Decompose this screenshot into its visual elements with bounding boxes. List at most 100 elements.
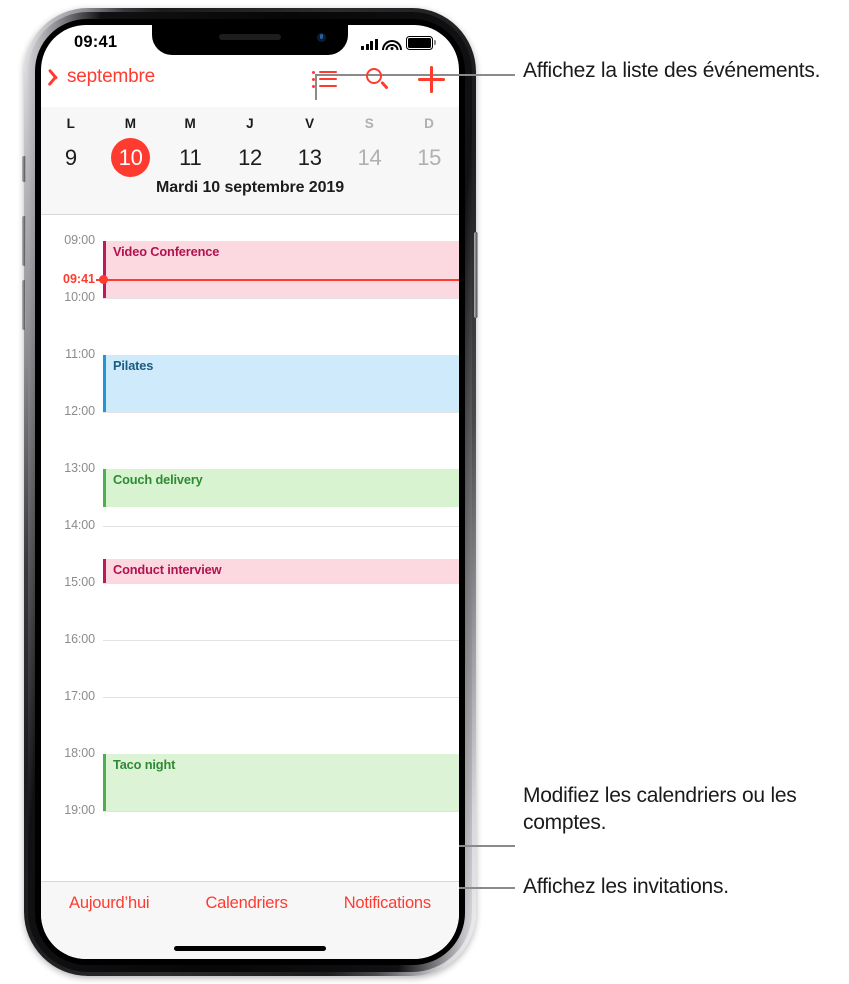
hour-gridline [103,811,459,812]
week-dates-row: 9 10 11 12 13 14 15 [41,131,459,180]
week-date-cell-13[interactable]: 13 [280,131,340,180]
hour-label: 14:00 [64,518,95,532]
week-strip-divider [41,214,459,215]
hour-label: 13:00 [64,461,95,475]
status-bar-indicators [361,36,436,50]
hour-label: 16:00 [64,632,95,646]
notifications-button[interactable]: Notifications [344,894,431,913]
weekday-initial-label: V [305,116,315,131]
week-date-cell-9[interactable]: 9 [41,131,101,180]
iphone-device-frame: 09:41 septembre L M M J V S D 9 10 11 12… [22,8,478,976]
hour-gridline [103,526,459,527]
hour-label: 10:00 [64,290,95,304]
week-date-cell-14[interactable]: 14 [340,131,400,180]
event-title: Video Conference [113,244,220,259]
calendars-button[interactable]: Calendriers [205,894,287,913]
current-time-line [103,279,459,281]
current-time-label: 09:41 [63,271,95,286]
event-title: Taco night [113,757,176,772]
weekday-initial-2: M [160,107,220,131]
week-date-number[interactable]: 14 [350,138,389,177]
week-date-cell-11[interactable]: 11 [160,131,220,180]
today-button[interactable]: Aujourd’hui [69,894,150,913]
status-bar-clock: 09:41 [74,33,118,51]
week-strip: L M M J V S D 9 10 11 12 13 14 15 Mardi 10 septembre… [41,107,459,215]
toolbar-divider [41,881,459,882]
week-date-number[interactable]: 11 [171,138,210,177]
weekday-initial-label: D [424,116,435,131]
weekday-initial-3: J [220,107,280,131]
hour-label: 18:00 [64,746,95,760]
callout-notifications-text: Affichez les invitations. [523,875,729,898]
back-button-label: septembre [67,66,155,87]
hour-gridline [103,412,459,413]
selected-day-title: Mardi 10 septembre 2019 [155,179,345,196]
power-button[interactable] [474,232,478,318]
navigation-bar: septembre [41,61,459,107]
hour-gridline [103,298,459,299]
day-timeline-grid[interactable]: 09:00 10:00 11:00 12:00 13:00 14:00 15:00 16:00… [41,215,459,881]
hour-label: 12:00 [64,404,95,418]
hour-gridline [103,640,459,641]
bottom-toolbar: Aujourd’hui Calendriers Notifications [41,881,459,959]
callout-calendars-text: Modifiez les calendriers ou les comptes. [523,784,797,834]
list-view-icon[interactable] [312,70,337,89]
volume-down-button[interactable] [22,280,26,330]
plus-icon[interactable] [418,66,445,93]
front-camera-icon [317,33,326,42]
navigation-bar-actions [312,66,445,93]
calendar-event-block[interactable]: Pilates [103,355,459,412]
current-time-dot [98,275,108,285]
cellular-signal-icon [361,38,378,50]
search-icon[interactable] [365,67,390,92]
battery-full-icon [406,36,436,50]
weekday-initial-label: M [124,116,137,131]
phone-screen: 09:41 septembre L M M J V S D 9 10 11 12… [41,25,459,959]
home-indicator-bar[interactable] [174,946,326,951]
silent-switch-button[interactable] [22,156,26,182]
week-date-cell-12[interactable]: 12 [220,131,280,180]
hour-label: 09:00 [64,233,95,247]
week-date-number[interactable]: 9 [51,138,90,177]
event-color-bar [103,559,107,583]
weekday-initial-label: L [66,116,76,131]
weekday-initial-6: D [399,107,459,131]
earpiece-speaker-icon [219,34,281,40]
week-date-cell-10[interactable]: 10 [101,131,161,180]
calendar-event-block[interactable]: Conduct interview [103,559,459,583]
hour-gridline [103,583,459,584]
event-title: Conduct interview [113,562,222,578]
week-date-cell-15[interactable]: 15 [399,131,459,180]
weekday-initial-0: L [41,107,101,131]
event-title: Couch delivery [113,472,203,487]
calendar-event-block[interactable]: Couch delivery [103,469,459,507]
weekday-initial-label: M [184,116,197,131]
chevron-left-icon [51,67,64,88]
event-color-bar [103,469,107,507]
event-title: Pilates [113,358,154,373]
wifi-icon [382,38,402,50]
weekday-initial-1: M [101,107,161,131]
back-to-september-button[interactable]: septembre [51,66,155,88]
week-date-number[interactable]: 15 [410,138,449,177]
weekday-initial-4: V [280,107,340,131]
week-date-number[interactable]: 12 [231,138,270,177]
hour-label: 17:00 [64,689,95,703]
calendar-event-block[interactable]: Taco night [103,754,459,811]
weekday-initial-5: S [340,107,400,131]
weekday-initials-row: LMMJVSD [41,107,459,131]
volume-up-button[interactable] [22,216,26,266]
week-date-number[interactable]: 10 [111,137,151,177]
weekday-initial-label: S [364,116,375,131]
device-notch [152,25,348,55]
event-color-bar [103,355,107,412]
weekday-initial-label: J [246,116,254,131]
callout-list-view-text: Affichez la liste des événements. [523,59,821,82]
event-color-bar [103,241,107,298]
hour-label: 19:00 [64,803,95,817]
calendar-event-block[interactable]: Video Conference [103,241,459,298]
week-date-number[interactable]: 13 [290,138,329,177]
hour-label: 15:00 [64,575,95,589]
event-color-bar [103,754,107,811]
toolbar-items: Aujourd’hui Calendriers Notifications [41,894,459,913]
